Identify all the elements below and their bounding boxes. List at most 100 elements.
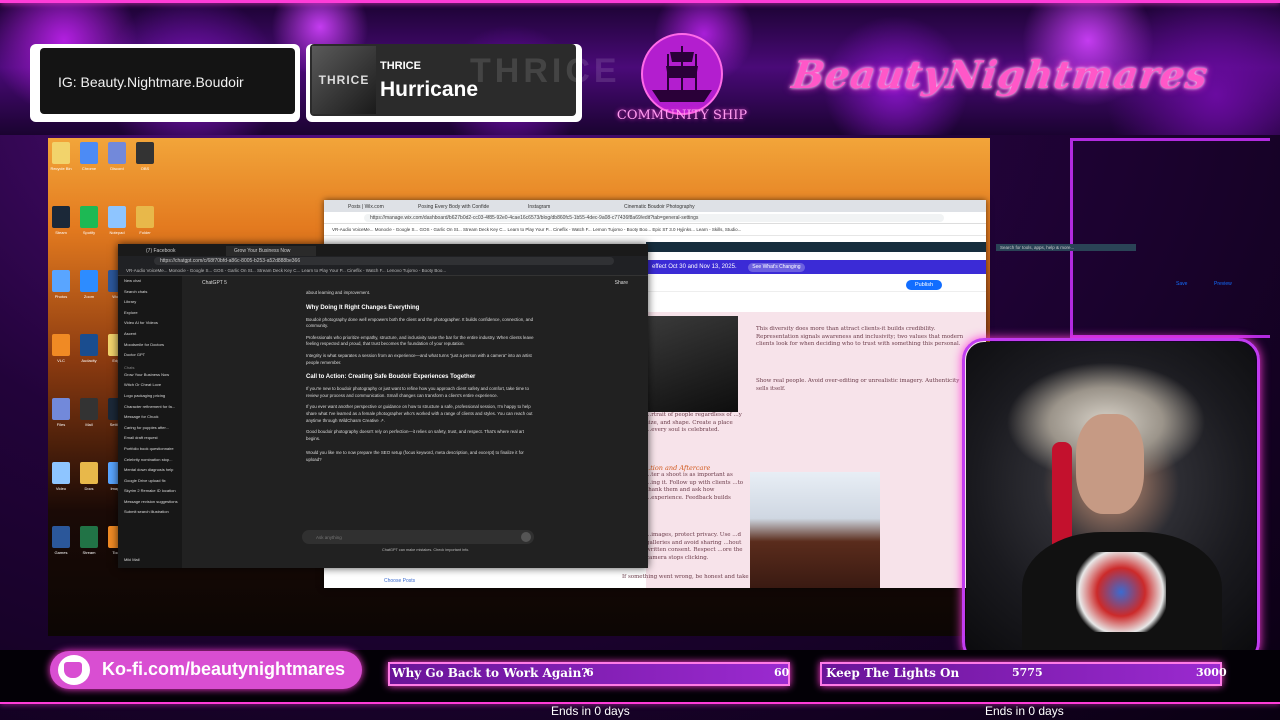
tab-cinematic[interactable]: Cinematic Boudoir Photography bbox=[620, 202, 740, 212]
sidebar-item[interactable]: Ascent bbox=[118, 329, 182, 340]
tab-bar: (7) Facebook Grow Your Business Now bbox=[118, 244, 648, 256]
url-field[interactable]: https://manage.wix.com/dashboard/b627b0d… bbox=[364, 214, 944, 222]
tab-wix-posts[interactable]: Posts | Wix.com bbox=[344, 202, 414, 212]
goal-current-lights: 5775 bbox=[1012, 666, 1043, 679]
desktop-icon[interactable]: Games bbox=[52, 526, 70, 555]
desktop-icon[interactable]: Steam bbox=[52, 206, 70, 235]
prompt-input[interactable] bbox=[316, 532, 496, 542]
blog-paragraph: If something went wrong, be honest and t… bbox=[622, 574, 749, 580]
address-bar: https://chatgpt.com/c/68f70bfd-a86c-8005… bbox=[118, 256, 648, 266]
blog-heading: ...tion and Aftercare bbox=[644, 464, 711, 472]
sidebar-item[interactable]: Search chats bbox=[118, 287, 182, 298]
chat-panel: ChatGPT 5 Share about learning and impro… bbox=[182, 276, 648, 568]
tab-grow-business[interactable]: Grow Your Business Now bbox=[226, 246, 316, 256]
tab-facebook[interactable]: (7) Facebook bbox=[138, 246, 218, 256]
choose-posts-tab[interactable]: Choose Posts bbox=[384, 578, 415, 584]
desktop-icon[interactable]: OBS bbox=[136, 142, 154, 171]
chat-message: about learning and improvement. Why Doin… bbox=[306, 290, 536, 469]
sidebar-chat-list: Grow Your Business Now Witch Or Cheat Lov… bbox=[118, 370, 182, 518]
wix-search-input[interactable]: Search for tools, apps, help & more... bbox=[996, 244, 1136, 251]
send-icon[interactable] bbox=[521, 532, 531, 542]
bookmarks-bar[interactable]: VR-Audio VoiceMe... Monocle - Google S..… bbox=[118, 266, 648, 276]
now-playing-ghost-text: THRICE bbox=[470, 52, 621, 90]
desktop-icon[interactable]: Recycle Bin bbox=[50, 142, 72, 171]
url-field[interactable]: https://chatgpt.com/c/68f70bfd-a86c-8005… bbox=[154, 257, 614, 265]
community-ship-label: COMMUNITY SHIP bbox=[616, 108, 748, 123]
sidebar-item[interactable]: Moodsmile for Doctors bbox=[118, 340, 182, 351]
desktop-icon[interactable]: Stream bbox=[80, 526, 98, 555]
desktop-icon[interactable]: Files bbox=[52, 398, 70, 427]
now-playing-artist: THRICE bbox=[380, 60, 421, 72]
sidebar-item[interactable]: Google Drive upload fix bbox=[118, 476, 182, 487]
kofi-url: Ko-fi.com/beautynightmares bbox=[102, 659, 346, 679]
sidebar-item[interactable]: Logo packaging pricing bbox=[118, 391, 182, 402]
goal-label-work: Why Go Back to Work Again? bbox=[392, 666, 589, 680]
blog-paragraph: ...rtrait of people regardless of ...y s… bbox=[646, 412, 742, 433]
goal-label-lights: Keep The Lights On bbox=[826, 666, 960, 680]
sidebar-item[interactable]: Grow Your Business Now bbox=[118, 370, 182, 381]
sidebar-item[interactable]: Mental down diagnosis help bbox=[118, 465, 182, 476]
bookmarks-bar[interactable]: VR-Audio VoiceMe... Monocle - Google S..… bbox=[324, 224, 986, 236]
desktop-icon[interactable]: Chrome bbox=[80, 142, 98, 171]
desktop-icon[interactable]: Mail bbox=[80, 398, 98, 427]
desktop-icon[interactable]: Spotify bbox=[80, 206, 98, 235]
sidebar-item[interactable]: Submit search illustration bbox=[118, 507, 182, 518]
blog-paragraph: ...ter a shoot is as important as ...ing… bbox=[646, 472, 744, 501]
editor-toolbar: Save Preview Publish bbox=[646, 278, 1232, 292]
message-paragraph: Integrity is what separates a session fr… bbox=[306, 352, 532, 365]
sidebar-item[interactable]: Caring for puppies after... bbox=[118, 423, 182, 434]
model-selector[interactable]: ChatGPT 5 bbox=[202, 280, 227, 286]
sidebar-item[interactable]: Skyrim 2 Remake ID location bbox=[118, 486, 182, 497]
message-paragraph: Boudoir photography done well empowers b… bbox=[306, 316, 534, 329]
blog-image-portrait bbox=[750, 472, 880, 588]
blog-paragraph: This diversity does more than attract cl… bbox=[756, 326, 964, 347]
sidebar-item[interactable]: Witch Or Cheat Love bbox=[118, 380, 182, 391]
top-accent-line bbox=[0, 0, 1280, 3]
goal-current-work: 6 bbox=[586, 666, 594, 679]
sidebar-item[interactable]: Message for Chuck bbox=[118, 412, 182, 423]
goal-ends-work: Ends in 0 days bbox=[551, 704, 630, 718]
sidebar-item[interactable]: Doctor GPT bbox=[118, 350, 182, 361]
sidebar-item[interactable]: Explore bbox=[118, 308, 182, 319]
desktop-icon[interactable]: Docs bbox=[80, 462, 98, 491]
goal-ends-lights: Ends in 0 days bbox=[985, 704, 1064, 718]
goal-target-work: 60 bbox=[774, 666, 790, 679]
webcam-frame bbox=[962, 338, 1260, 664]
tab-posing[interactable]: Posing Every Body with Confide bbox=[414, 202, 514, 212]
sidebar-item[interactable]: Library bbox=[118, 297, 182, 308]
stream-overlay: IG: Beauty.Nightmare.Boudoir THRICE THRI… bbox=[0, 0, 1280, 720]
sidebar-item[interactable]: Message revision suggestions bbox=[118, 497, 182, 508]
see-changes-button[interactable]: See What's Changing bbox=[748, 263, 805, 272]
preview-button[interactable]: Preview bbox=[1214, 281, 1232, 287]
desktop-icon[interactable]: Folder bbox=[136, 206, 154, 235]
desktop-icon[interactable]: Video bbox=[52, 462, 70, 491]
message-paragraph: Professionals who prioritize empathy, st… bbox=[306, 334, 534, 347]
desktop-icon[interactable]: VLC bbox=[52, 334, 70, 363]
desktop-icon[interactable]: Discord bbox=[108, 142, 126, 171]
message-paragraph: If you ever want another perspective or … bbox=[306, 404, 533, 423]
sidebar-item[interactable]: Email draft request bbox=[118, 433, 182, 444]
sidebar-item[interactable]: Portfolio book questionnaire bbox=[118, 444, 182, 455]
desktop-icon[interactable]: Notepad bbox=[108, 206, 126, 235]
kofi-cup-icon bbox=[58, 655, 90, 685]
desktop-icon-label: Folder bbox=[139, 230, 151, 235]
sidebar-item[interactable]: New chat bbox=[118, 276, 182, 287]
user-profile[interactable]: Miki Mail bbox=[118, 555, 146, 566]
sidebar-item[interactable]: Celebrity nomination stop... bbox=[118, 455, 182, 466]
save-button[interactable]: Save bbox=[1176, 281, 1187, 287]
desktop-icon-label: OBS bbox=[140, 166, 150, 171]
tab-instagram[interactable]: Instagram bbox=[524, 202, 604, 212]
share-button[interactable]: Share bbox=[615, 280, 628, 286]
message-paragraph: about learning and improvement. bbox=[306, 290, 371, 295]
desktop-icon[interactable]: Audacity bbox=[80, 334, 98, 363]
sidebar-item[interactable]: Character refinement for fa... bbox=[118, 402, 182, 413]
desktop-icon[interactable]: Zoom bbox=[80, 270, 98, 299]
sidebar-item[interactable]: Video AI for Videos bbox=[118, 318, 182, 329]
bottom-accent-line bbox=[0, 702, 1280, 704]
album-art: THRICE bbox=[312, 46, 376, 114]
chats-section-label: Chats bbox=[124, 364, 135, 370]
publish-button[interactable]: Publish bbox=[906, 280, 942, 290]
message-paragraph: Good boudoir photography doesn't rely on… bbox=[306, 429, 524, 441]
message-composer[interactable] bbox=[302, 530, 534, 544]
desktop-icon[interactable]: Photos bbox=[52, 270, 70, 299]
